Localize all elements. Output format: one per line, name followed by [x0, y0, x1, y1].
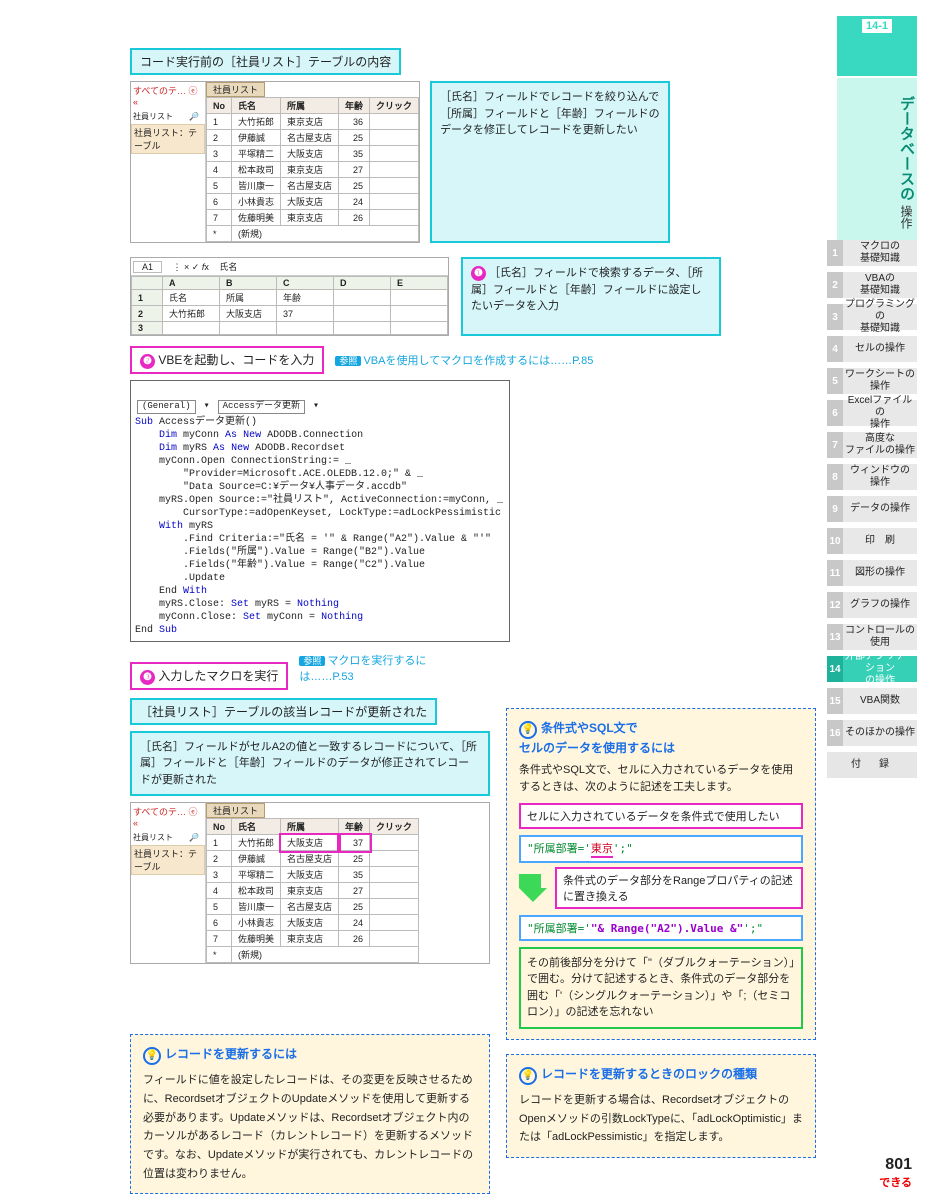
sidebar-item[interactable]: 11図形の操作 [827, 560, 917, 586]
chapter-sidebar: 1マクロの 基礎知識 2VBAの 基礎知識 3プログラミングの 基礎知識 4セルの操作… [827, 240, 917, 778]
page-number: 801 [879, 1156, 912, 1174]
step3-box: ❸ 入力したマクロを実行 [130, 662, 288, 690]
step1-callout: ❶ ［氏名］フィールドで検索するデータ、［所属］フィールドと［年齢］フィールドに… [461, 257, 721, 336]
hint-sql: 💡条件式やSQL文で セルのデータを使用するには 条件式やSQL文で、セルに入力… [506, 708, 816, 1040]
lamp-icon: 💡 [519, 1067, 537, 1085]
callout-result: ［氏名］フィールドがセルA2の値と一致するレコードについて、［所属］フィールドと… [130, 731, 490, 797]
sidebar-item[interactable]: 10印 刷 [827, 528, 917, 554]
sidebar-item[interactable]: 5ワークシートの 操作 [827, 368, 917, 394]
access-table-after: すべてのテ… ⓔ « 社員リスト 🔎 社員リスト：テーブル 社員リスト No氏名… [130, 802, 490, 964]
chapter-title-vertical: データベースの 操作 [837, 78, 917, 248]
lamp-icon: 💡 [143, 1047, 161, 1065]
lamp-icon: 💡 [519, 721, 537, 739]
chapter-number: 14-1 [862, 19, 892, 33]
db-table-after: No氏名所属年齢クリック1大竹拓郎大阪支店372伊藤誠名古屋支店253平塚精二大… [206, 818, 419, 963]
db-table-before: No氏名所属年齢クリック1大竹拓郎東京支店362伊藤誠名古屋支店253平塚精二大… [206, 97, 419, 242]
sidebar-appendix[interactable]: 付 録 [827, 752, 917, 778]
hint-lock: 💡レコードを更新するときのロックの種類 レコードを更新する場合は、Records… [506, 1054, 816, 1158]
excel-snippet: A1 ⋮ × ✓ fx 氏名 ABCDE1氏名所属年齢2大竹拓郎大阪支店373 [130, 257, 449, 336]
sidebar-item[interactable]: 1マクロの 基礎知識 [827, 240, 917, 266]
page-footer: 801 できる [879, 1156, 912, 1190]
callout-goal: ［氏名］フィールドでレコードを絞り込んで［所属］フィールドと［年齢］フィールドの… [430, 81, 670, 243]
heading-before: コード実行前の［社員リスト］テーブルの内容 [130, 48, 401, 75]
access-table-before: すべてのテ… ⓔ « 社員リスト 🔎 社員リスト：テーブル 社員リスト No氏名… [130, 81, 420, 243]
brand-label: できる [879, 1174, 912, 1190]
sidebar-item[interactable]: 12グラフの操作 [827, 592, 917, 618]
ref-vba: 参照VBAを使用してマクロを作成するには……P.85 [335, 355, 593, 367]
sidebar-item[interactable]: 9データの操作 [827, 496, 917, 522]
sidebar-item[interactable]: 7高度な ファイルの操作 [827, 432, 917, 458]
step2-box: ❷ VBEを起動し、コードを入力 [130, 346, 324, 374]
sql-example-1: "所属部署='東京';" [519, 835, 803, 863]
heading-after: ［社員リスト］テーブルの該当レコードが更新された [130, 698, 437, 725]
excel-grid: ABCDE1氏名所属年齢2大竹拓郎大阪支店373 [131, 276, 448, 335]
hint-update: 💡レコードを更新するには フィールドに値を設定したレコードは、その変更を反映させ… [130, 1034, 490, 1194]
sidebar-item[interactable]: 15VBA関数 [827, 688, 917, 714]
ref-run: 参照マクロを実行するには……P.53 [299, 652, 439, 684]
sidebar-item[interactable]: 8ウィンドウの 操作 [827, 464, 917, 490]
sidebar-item[interactable]: 2VBAの 基礎知識 [827, 272, 917, 298]
sidebar-item[interactable]: 13コントロールの 使用 [827, 624, 917, 650]
chapter-tab: 14-1 [837, 16, 917, 76]
vbe-code-window: (General) ▾ Accessデータ更新 ▾ Sub Accessデータ更… [130, 380, 510, 642]
sql-example-2: "所属部署='"& Range("A2").Value &"';" [519, 915, 803, 941]
sidebar-item[interactable]: 16そのほかの操作 [827, 720, 917, 746]
sidebar-item[interactable]: 4セルの操作 [827, 336, 917, 362]
sidebar-item[interactable]: 6Excelファイルの 操作 [827, 400, 917, 426]
sidebar-item[interactable]: 14外部アプリケーション の操作 [827, 656, 917, 682]
sidebar-item[interactable]: 3プログラミングの 基礎知識 [827, 304, 917, 330]
